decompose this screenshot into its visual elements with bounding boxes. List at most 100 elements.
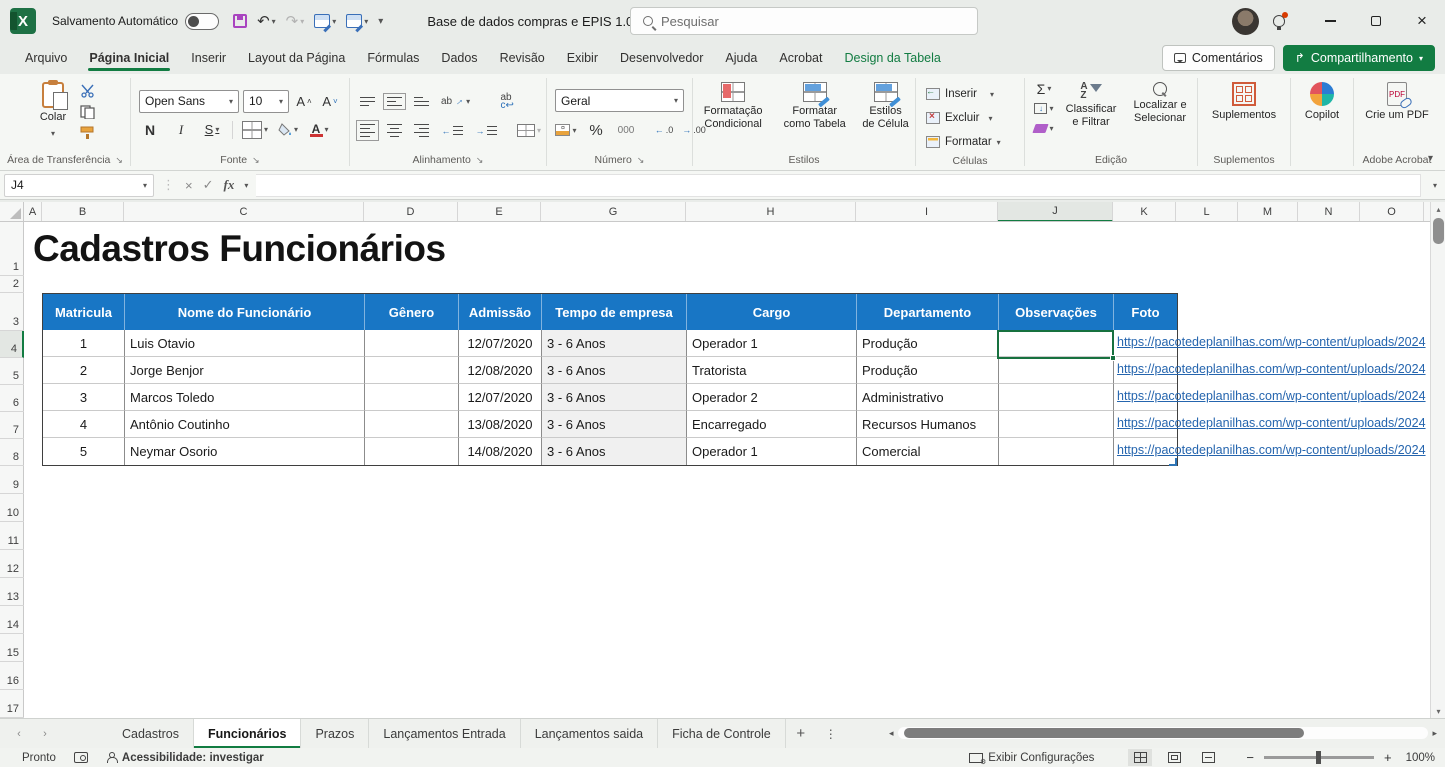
wrap-text-button[interactable]: abc↩: [496, 91, 518, 113]
close-button[interactable]: ×: [1399, 0, 1445, 42]
macro-record-icon[interactable]: [74, 752, 88, 763]
column-header-H[interactable]: H: [686, 202, 856, 222]
cell-tempo-row5[interactable]: 3 - 6 Anos: [542, 438, 687, 465]
ribbon-tab-revisão[interactable]: Revisão: [489, 44, 556, 72]
undo-button[interactable]: ↶▾: [257, 12, 276, 30]
increase-font-button[interactable]: A˄: [293, 90, 315, 112]
clear-button[interactable]: ▾: [1033, 120, 1055, 137]
search-input[interactable]: Pesquisar: [630, 7, 978, 35]
zoom-level-label[interactable]: 100%: [1406, 752, 1435, 764]
table-header-observações[interactable]: Observações: [999, 294, 1114, 330]
font-size-select[interactable]: 10▾: [243, 90, 289, 113]
cell-genero-row2[interactable]: [365, 357, 459, 384]
ribbon-tab-design-da-tabela[interactable]: Design da Tabela: [833, 44, 951, 72]
table-header-tempo-de-empresa[interactable]: Tempo de empresa: [542, 294, 687, 330]
avatar[interactable]: [1232, 8, 1259, 35]
font-color-button[interactable]: A▾: [308, 119, 330, 141]
notification-bulb-icon[interactable]: [1273, 15, 1285, 27]
create-pdf-button[interactable]: PDF Crie um PDF: [1359, 80, 1435, 124]
cell-admissao-row1[interactable]: 12/07/2020: [459, 330, 542, 357]
row-header-7[interactable]: 7: [0, 412, 24, 439]
sheet-tab-ficha-de-controle[interactable]: Ficha de Controle: [658, 719, 786, 748]
align-right-button[interactable]: [414, 124, 429, 138]
insert-function-icon[interactable]: fx: [224, 177, 235, 193]
zoom-out-button[interactable]: −: [1246, 750, 1254, 765]
cell-departamento-row1[interactable]: Produção: [857, 330, 999, 357]
row-header-13[interactable]: 13: [0, 578, 24, 606]
share-button[interactable]: ↱ Compartilhamento ▾: [1283, 45, 1435, 71]
cell-tempo-row2[interactable]: 3 - 6 Anos: [542, 357, 687, 384]
cut-icon[interactable]: [80, 84, 95, 98]
ribbon-tab-layout-da-página[interactable]: Layout da Página: [237, 44, 356, 72]
cell-observacoes-row3[interactable]: [999, 384, 1114, 411]
draw-table2-button[interactable]: ▾: [346, 14, 368, 28]
format-cells-button[interactable]: Formatar▾: [926, 132, 1001, 152]
fill-handle[interactable]: [1110, 355, 1116, 361]
save-button[interactable]: [233, 14, 247, 28]
italic-button[interactable]: I: [170, 119, 192, 141]
accounting-format-button[interactable]: ¤▾: [555, 119, 577, 141]
hscroll-track[interactable]: [898, 727, 1429, 739]
cell-nome-row2[interactable]: Jorge Benjor: [125, 357, 365, 384]
sheet-tab-funcionários[interactable]: Funcionários: [194, 719, 301, 748]
row-header-6[interactable]: 6: [0, 385, 24, 412]
all-sheets-button[interactable]: ⋮: [816, 719, 846, 748]
column-header-G[interactable]: G: [541, 202, 686, 222]
align-center-button[interactable]: [387, 124, 402, 138]
cell-nome-row5[interactable]: Neymar Osorio: [125, 438, 365, 465]
cell-matricula-row2[interactable]: 2: [43, 357, 125, 384]
increase-indent-button[interactable]: →: [475, 120, 497, 142]
page-layout-view-button[interactable]: [1162, 749, 1186, 766]
column-header-N[interactable]: N: [1298, 202, 1360, 222]
cell-genero-row3[interactable]: [365, 384, 459, 411]
cell-matricula-row1[interactable]: 1: [43, 330, 125, 357]
ribbon-tab-desenvolvedor[interactable]: Desenvolvedor: [609, 44, 714, 72]
column-header-M[interactable]: M: [1238, 202, 1298, 222]
ribbon-tab-dados[interactable]: Dados: [430, 44, 488, 72]
font-dialog-launcher[interactable]: ↘: [252, 155, 260, 166]
font-name-select[interactable]: Open Sans▾: [139, 90, 239, 113]
align-middle-button[interactable]: [387, 97, 402, 107]
foto-link-row3[interactable]: https://pacotedeplanilhas.com/wp-content…: [1117, 389, 1430, 409]
normal-view-button[interactable]: [1128, 749, 1152, 766]
column-header-E[interactable]: E: [458, 202, 541, 222]
cell-observacoes-row5[interactable]: [999, 438, 1114, 465]
name-box[interactable]: J4 ▾: [4, 174, 154, 197]
autosum-button[interactable]: Σ▾: [1033, 80, 1055, 97]
cell-departamento-row2[interactable]: Produção: [857, 357, 999, 384]
sheet-tab-lançamentos-entrada[interactable]: Lançamentos Entrada: [369, 719, 520, 748]
fill-button[interactable]: ↓▾: [1033, 100, 1055, 117]
row-header-11[interactable]: 11: [0, 522, 24, 550]
merge-center-button[interactable]: ▾: [517, 120, 541, 142]
ribbon-tab-acrobat[interactable]: Acrobat: [768, 44, 833, 72]
format-painter-icon[interactable]: [80, 126, 96, 140]
zoom-slider-thumb[interactable]: [1316, 751, 1321, 764]
format-as-table-button[interactable]: Formatar como Tabela: [777, 80, 852, 133]
draw-table-button[interactable]: ▾: [314, 14, 336, 28]
align-left-button[interactable]: [360, 124, 375, 138]
column-header-J[interactable]: J: [998, 202, 1113, 222]
row-header-16[interactable]: 16: [0, 662, 24, 690]
table-header-gênero[interactable]: Gênero: [365, 294, 459, 330]
cell-matricula-row3[interactable]: 3: [43, 384, 125, 411]
copy-icon[interactable]: [80, 105, 95, 119]
cell-genero-row1[interactable]: [365, 330, 459, 357]
insert-cells-button[interactable]: Inserir▾: [926, 84, 994, 104]
sheet-tab-prazos[interactable]: Prazos: [301, 719, 369, 748]
column-header-I[interactable]: I: [856, 202, 998, 222]
hscroll-left-arrow[interactable]: ◂: [889, 728, 894, 739]
hscroll-right-arrow[interactable]: ▸: [1432, 728, 1437, 739]
foto-link-row5[interactable]: https://pacotedeplanilhas.com/wp-content…: [1117, 443, 1430, 463]
table-header-departamento[interactable]: Departamento: [857, 294, 999, 330]
row-header-8[interactable]: 8: [0, 439, 24, 466]
cell-admissao-row5[interactable]: 14/08/2020: [459, 438, 542, 465]
select-all-corner[interactable]: [0, 202, 24, 222]
row-header-12[interactable]: 12: [0, 550, 24, 578]
scroll-down-arrow[interactable]: ▾: [1431, 704, 1445, 718]
customize-qat-chevron[interactable]: ▾: [378, 16, 383, 27]
cell-departamento-row4[interactable]: Recursos Humanos: [857, 411, 999, 438]
redo-button[interactable]: ↷▾: [286, 12, 305, 30]
cell-genero-row4[interactable]: [365, 411, 459, 438]
foto-link-row4[interactable]: https://pacotedeplanilhas.com/wp-content…: [1117, 416, 1430, 436]
page-break-view-button[interactable]: [1196, 749, 1220, 766]
